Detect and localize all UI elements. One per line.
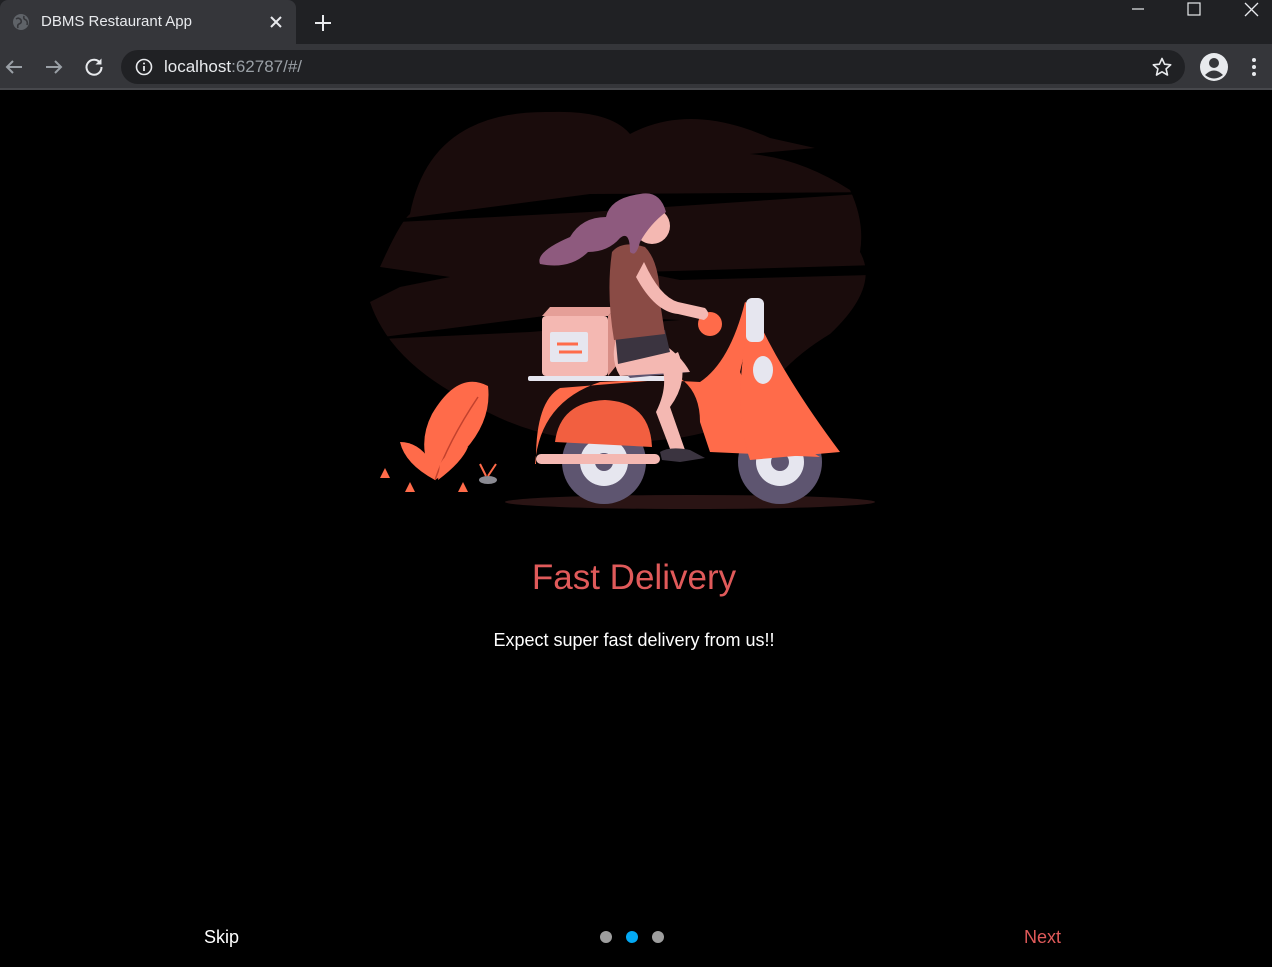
url-path: :62787/#/ — [231, 57, 303, 76]
maximize-icon[interactable] — [1172, 0, 1216, 22]
profile-icon[interactable] — [1199, 52, 1229, 82]
minimize-icon[interactable] — [1116, 0, 1160, 22]
next-button[interactable]: Next — [1016, 925, 1069, 950]
reload-icon[interactable] — [82, 55, 106, 79]
page-dot-3[interactable] — [652, 931, 664, 943]
back-arrow-icon[interactable] — [2, 55, 26, 79]
page-dot-2[interactable] — [626, 931, 638, 943]
onboarding-page: Fast Delivery Expect super fast delivery… — [0, 90, 1272, 967]
kebab-menu-icon[interactable] — [1244, 55, 1264, 79]
plus-icon[interactable] — [312, 12, 334, 34]
globe-icon — [13, 14, 29, 30]
address-bar[interactable]: localhost:62787/#/ — [121, 50, 1185, 84]
close-icon[interactable] — [266, 12, 286, 32]
info-icon[interactable] — [135, 58, 153, 76]
forward-arrow-icon[interactable] — [42, 55, 66, 79]
browser-tab[interactable]: DBMS Restaurant App — [0, 0, 296, 44]
tab-title: DBMS Restaurant App — [41, 13, 192, 30]
close-window-icon[interactable] — [1228, 0, 1272, 22]
url-host: localhost — [164, 57, 232, 76]
url-text[interactable]: localhost:62787/#/ — [164, 57, 302, 77]
star-icon[interactable] — [1151, 56, 1173, 78]
page-dot-1[interactable] — [600, 931, 612, 943]
browser-tab-strip: DBMS Restaurant App — [0, 0, 1272, 44]
onboarding-subtitle: Expect super fast delivery from us!! — [493, 630, 775, 650]
browser-toolbar: localhost:62787/#/ — [0, 44, 1272, 90]
delivery-scooter-illustration — [360, 111, 910, 509]
skip-button[interactable]: Skip — [196, 925, 247, 950]
onboarding-title: Fast Delivery — [531, 558, 737, 597]
